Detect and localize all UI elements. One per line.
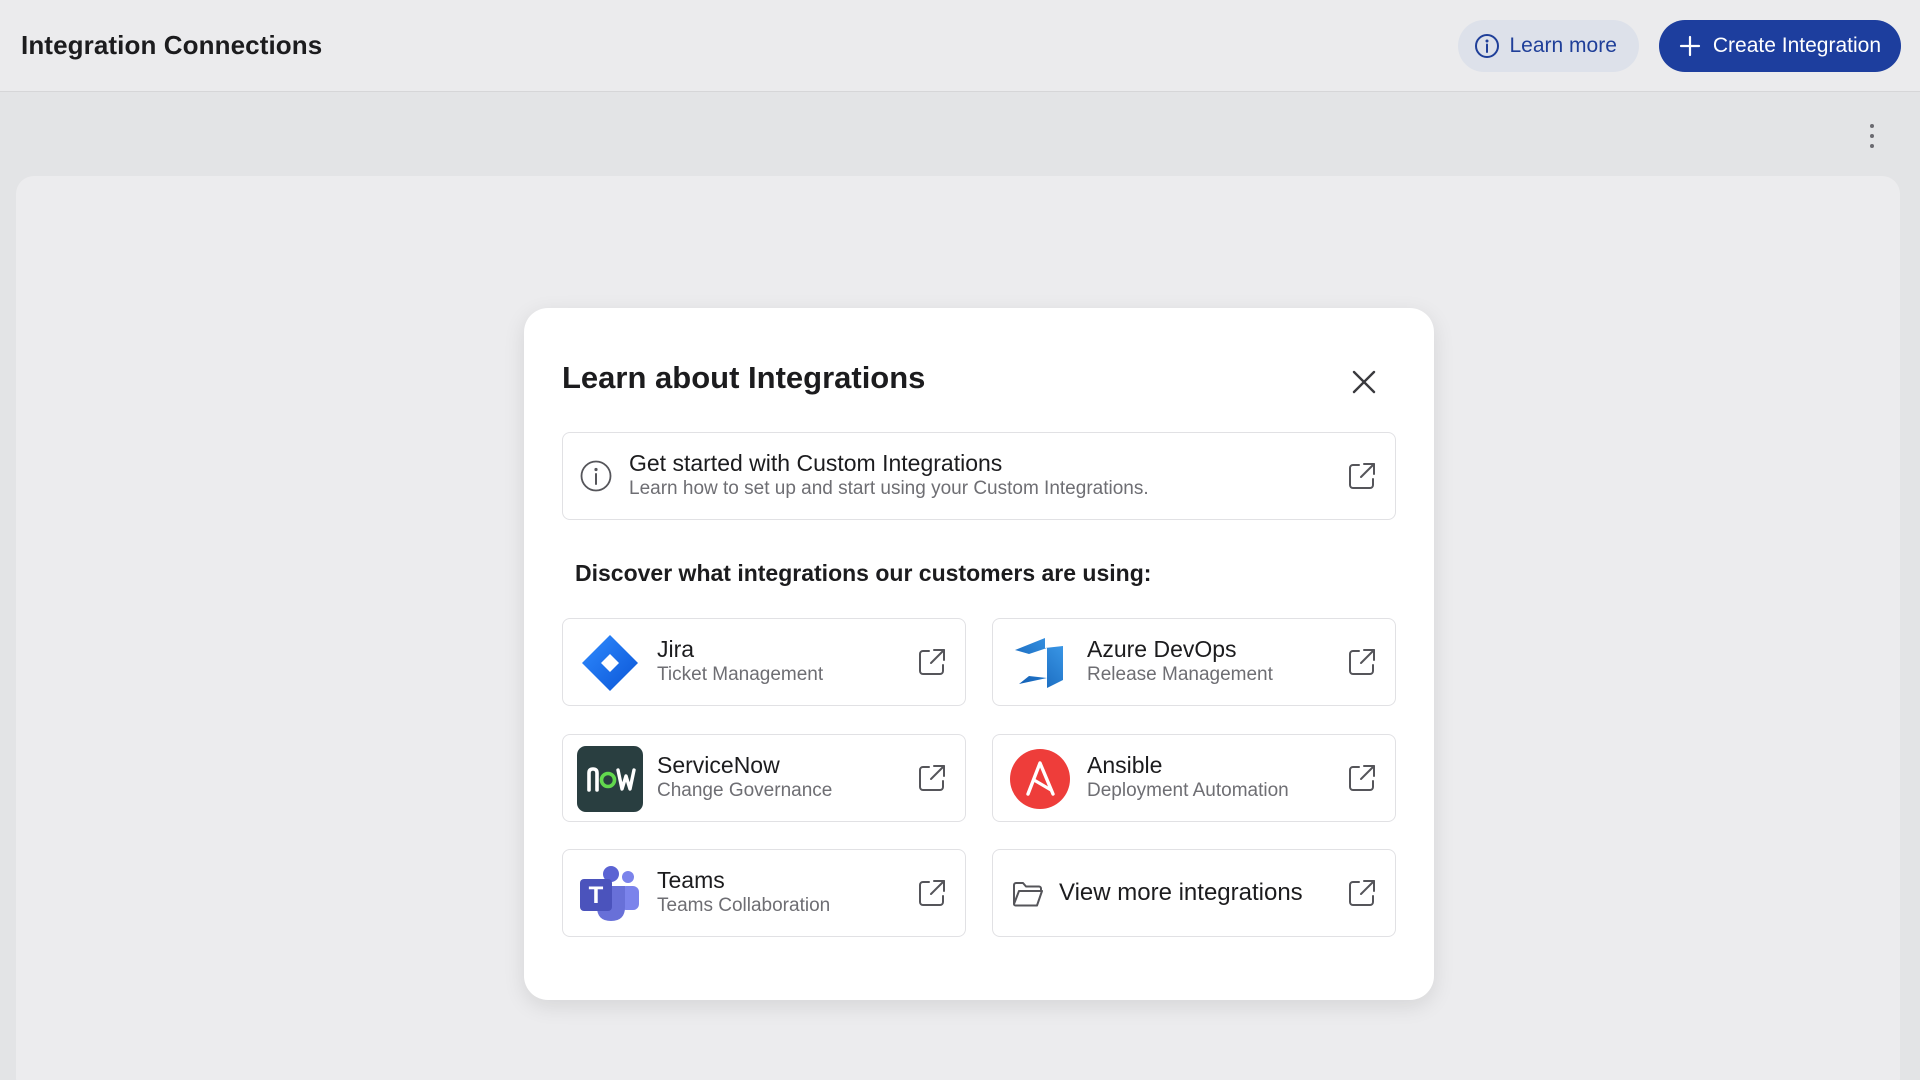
external-link-icon (919, 765, 945, 791)
create-integration-label: Create Integration (1712, 33, 1881, 57)
integration-category: Release Management (1087, 664, 1273, 685)
guide-title: Get started with Custom Integrations (629, 450, 1003, 476)
integration-category: Teams Collaboration (657, 895, 831, 916)
integration-name: Teams (657, 867, 725, 893)
learn-more-label: Learn more (1509, 33, 1617, 57)
jira-texts: Jira Ticket Management (657, 635, 823, 687)
close-icon (1352, 370, 1376, 394)
svg-text:T: T (589, 882, 604, 909)
folder-icon (1013, 882, 1043, 907)
discover-heading: Discover what integrations our customers… (575, 560, 1152, 586)
view-more-integrations-link[interactable]: View more integrations (992, 849, 1396, 937)
integration-category: Ticket Management (657, 664, 824, 685)
ansible-logo-icon (1010, 749, 1070, 809)
learn-more-button[interactable]: Learn more (1457, 19, 1639, 72)
integration-name: Jira (657, 636, 695, 662)
external-link-icon (1349, 649, 1375, 675)
external-link-icon (1349, 880, 1375, 906)
azure-devops-logo-icon (1015, 638, 1063, 688)
integration-category: Change Governance (657, 780, 833, 801)
jira-logo-icon (582, 635, 638, 691)
integration-tile-jira[interactable]: Jira Ticket Management (562, 618, 966, 706)
guide-subtitle: Learn how to set up and start using your… (629, 478, 1149, 499)
create-integration-button[interactable]: Create Integration (1658, 19, 1901, 72)
info-icon (580, 460, 612, 492)
external-link-icon (1349, 463, 1375, 489)
custom-integrations-guide-link[interactable]: Get started with Custom Integrations Lea… (562, 432, 1396, 520)
learn-integrations-dialog: Learn about Integrations Get started wit… (524, 308, 1434, 1000)
azure-devops-texts: Azure DevOps Release Management (1087, 635, 1273, 687)
page-title: Integration Connections (21, 30, 323, 60)
guide-texts: Get started with Custom Integrations Lea… (629, 449, 1149, 501)
external-link-icon (1349, 765, 1375, 791)
top-bar: Integration Connections Learn more Creat… (0, 0, 1920, 92)
teams-logo-icon: T (580, 866, 639, 921)
plus-icon (1679, 35, 1700, 56)
integration-name: Ansible (1087, 752, 1163, 778)
servicenow-texts: ServiceNow Change Governance (657, 751, 832, 803)
more-options-icon[interactable] (1862, 120, 1882, 152)
integration-name: ServiceNow (657, 752, 780, 778)
dialog-title: Learn about Integrations (562, 360, 926, 395)
external-link-icon (919, 649, 945, 675)
integration-category: Deployment Automation (1087, 780, 1289, 801)
external-link-icon (919, 880, 945, 906)
info-icon (1474, 33, 1499, 58)
servicenow-logo-icon (577, 746, 643, 812)
integration-tile-ansible[interactable]: Ansible Deployment Automation (992, 734, 1396, 822)
teams-texts: Teams Teams Collaboration (657, 866, 830, 918)
header-actions: Learn more Create Integration (1457, 19, 1901, 72)
integration-name: Azure DevOps (1087, 636, 1237, 662)
integration-tile-teams[interactable]: T Teams Teams Collaboration (562, 849, 966, 937)
ansible-texts: Ansible Deployment Automation (1087, 751, 1289, 803)
view-more-label: View more integrations (1059, 879, 1303, 906)
integration-tile-servicenow[interactable]: ServiceNow Change Governance (562, 734, 966, 822)
integration-tile-azure-devops[interactable]: Azure DevOps Release Management (992, 618, 1396, 706)
close-button[interactable] (1344, 362, 1384, 402)
